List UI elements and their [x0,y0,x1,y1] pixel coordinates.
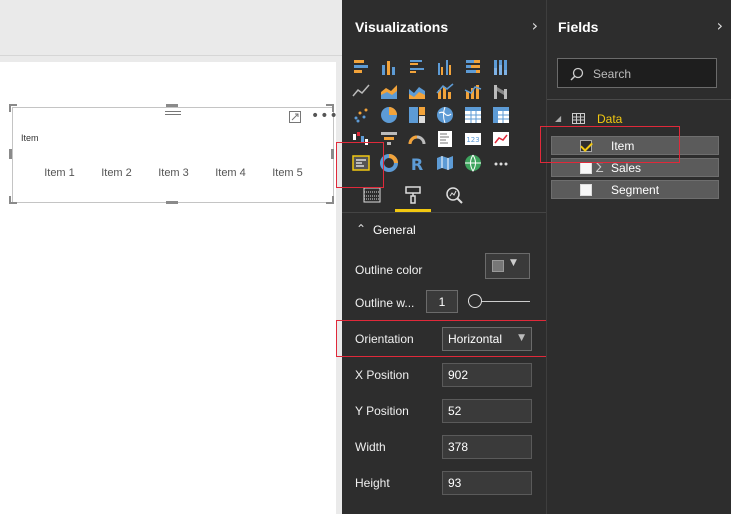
slicer-item[interactable]: Item 3 [145,167,202,179]
visualizations-pane: Visualizations › 123 R ⌃ General Outline… [342,0,546,514]
line-stacked-column-icon[interactable] [461,79,485,103]
matrix-visual-icon[interactable] [489,103,513,127]
x-position-input[interactable]: 902 [442,363,532,387]
color-swatch [492,260,504,272]
stacked-area-chart-icon[interactable] [405,79,429,103]
height-label: Height [355,476,390,490]
field-checkbox[interactable] [580,184,592,196]
chevron-down-icon: ▼ [510,258,517,268]
resize-handle-top-left[interactable] [9,104,11,112]
slicer-item[interactable]: Item 4 [202,167,259,179]
orientation-highlight [336,320,556,357]
multi-row-card-icon[interactable] [433,127,457,151]
pie-chart-icon[interactable] [377,103,401,127]
clustered-bar-chart-icon[interactable] [405,55,429,79]
resize-handle-bottom-left[interactable] [9,196,11,204]
line-clustered-column-icon[interactable] [433,79,457,103]
resize-handle-right[interactable] [331,149,334,159]
canvas-top-strip [0,0,342,56]
width-label: Width [355,440,386,454]
filled-map-icon[interactable] [433,151,457,175]
clustered-column-chart-icon[interactable] [433,55,457,79]
scatter-chart-icon[interactable] [349,103,373,127]
table-icon [572,113,585,124]
table-visual-icon[interactable] [461,103,485,127]
fields-pane: Fields › Search ◢ Data Item ∑ Sales Segm… [546,0,731,514]
100-stacked-column-icon[interactable] [489,55,513,79]
height-input[interactable]: 93 [442,471,532,495]
table-name: Data [597,112,623,126]
slicer-item[interactable]: Item 1 [31,167,88,179]
format-paint-icon [405,186,421,204]
gauge-icon[interactable] [405,127,429,151]
stacked-bar-chart-icon[interactable] [349,55,373,79]
tab-analytics[interactable] [436,178,472,212]
chevron-right-icon[interactable]: › [717,16,723,35]
search-icon [570,67,584,81]
resize-handle-top[interactable] [166,104,178,107]
chevron-right-icon[interactable]: › [532,16,538,35]
x-position-label: X Position [355,368,410,382]
more-options-icon[interactable]: ••• [311,108,339,124]
svg-text:123: 123 [466,136,479,144]
resize-handle-left[interactable] [9,149,12,159]
tab-format[interactable] [395,178,431,212]
outline-color-label: Outline color [355,263,423,277]
slicer-visual[interactable]: ••• Item Item 1 Item 2 Item 3 Item 4 Ite… [12,107,338,203]
line-chart-icon[interactable] [349,79,373,103]
outline-weight-label: Outline w... [355,296,415,310]
y-position-input[interactable]: 52 [442,399,532,423]
field-segment[interactable]: Segment [551,180,719,199]
report-canvas [0,0,342,514]
field-checkbox[interactable] [580,162,592,174]
field-name: Sales [611,161,642,175]
more-visuals-icon[interactable] [489,151,513,175]
item-field-highlight [540,126,680,163]
slicer-title: Item [21,133,39,143]
slicer-item[interactable]: Item 5 [259,167,316,179]
resize-handle-top-right[interactable] [332,104,334,112]
visualizations-title: Visualizations [355,19,449,35]
r-script-visual-icon[interactable]: R [405,151,429,175]
chevron-up-icon: ⌃ [356,222,367,236]
visualizations-header: Visualizations › [342,0,546,56]
area-chart-icon[interactable] [377,79,401,103]
fields-divider [547,99,731,100]
ribbon-chart-icon[interactable] [489,79,513,103]
field-name: Segment [611,183,660,197]
fields-search-input[interactable]: Search [557,58,717,88]
outline-weight-slider-thumb[interactable] [468,294,482,308]
resize-handle-bottom[interactable] [166,201,178,204]
analytics-icon [446,187,463,204]
stacked-column-chart-icon[interactable] [377,55,401,79]
focus-mode-icon[interactable] [289,111,301,123]
outline-color-picker[interactable]: ▼ [485,253,530,279]
section-general-label: General [373,223,416,237]
tabs-divider [342,212,546,213]
collapse-triangle-icon[interactable]: ◢ [555,114,561,123]
slicer-items: Item 1 Item 2 Item 3 Item 4 Item 5 [31,167,316,179]
fields-title: Fields [558,19,599,35]
map-icon[interactable] [433,103,457,127]
drag-grip-icon[interactable] [165,111,181,119]
fields-header: Fields › [547,0,731,56]
search-placeholder: Search [593,67,632,81]
treemap-icon[interactable] [405,103,429,127]
resize-handle-bottom-right[interactable] [332,196,334,204]
y-position-label: Y Position [355,404,409,418]
section-general[interactable]: ⌃ General [342,218,546,244]
slicer-item[interactable]: Item 2 [88,167,145,179]
width-input[interactable]: 378 [442,435,532,459]
kpi-icon[interactable] [489,127,513,151]
outline-weight-input[interactable]: 1 [426,290,458,313]
100-stacked-bar-icon[interactable] [461,55,485,79]
globe-map-icon[interactable] [461,151,485,175]
card-icon[interactable]: 123 [461,127,485,151]
svg-text:R: R [411,155,423,173]
slicer-visual-highlight [336,142,384,188]
